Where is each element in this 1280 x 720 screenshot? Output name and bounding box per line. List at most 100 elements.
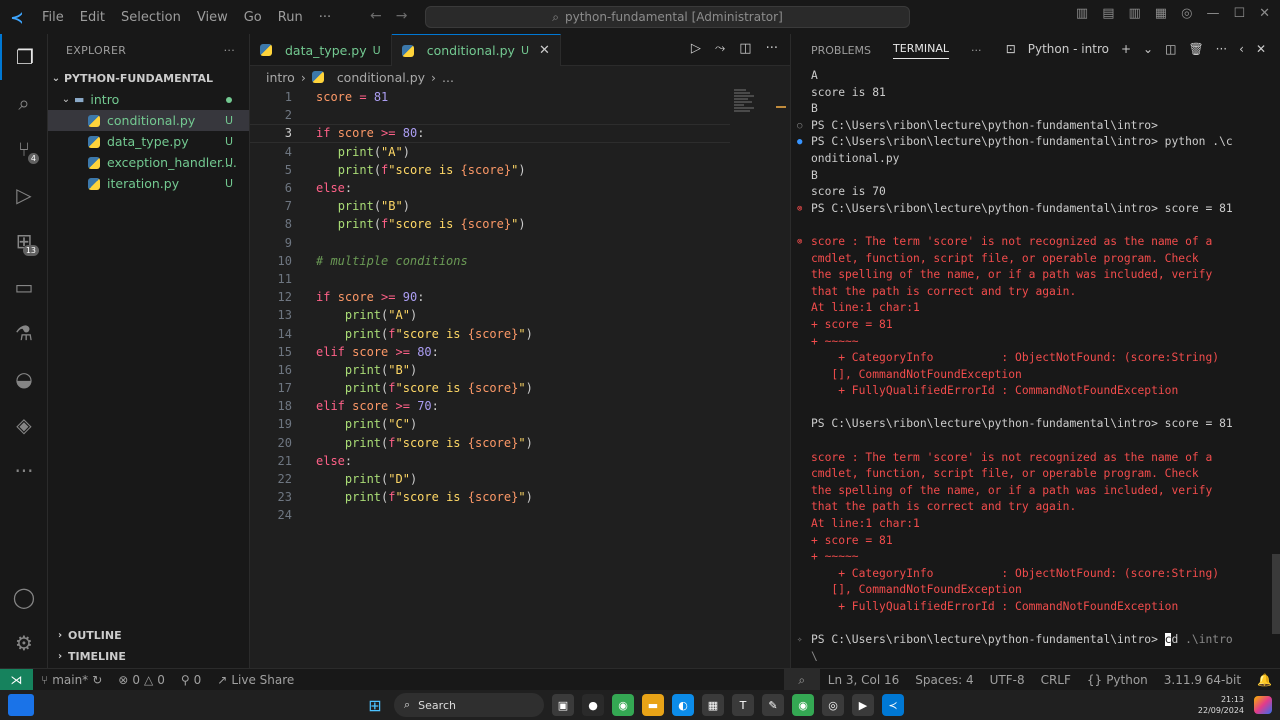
code-editor[interactable]: 1 score = 81 2 3 if score >= 80: 4 print("… bbox=[250, 88, 770, 525]
windows-start-icon[interactable]: ⊞ bbox=[364, 694, 386, 716]
extensions-icon[interactable]: ⊞ 13 bbox=[0, 218, 48, 264]
outline-section[interactable]: › OUTLINE bbox=[48, 625, 250, 646]
run-debug-icon[interactable]: ▷ bbox=[0, 172, 48, 218]
menu-file[interactable]: File bbox=[34, 10, 72, 25]
command-decoration-icon[interactable]: ● bbox=[797, 134, 802, 151]
menu-more[interactable]: ··· bbox=[311, 10, 339, 25]
taskbar-search[interactable]: ⌕ Search bbox=[394, 693, 544, 717]
python-icon[interactable]: ◈ bbox=[0, 402, 48, 448]
error-decoration-icon[interactable]: ⊗ bbox=[797, 234, 802, 251]
github-icon[interactable]: ◎ bbox=[822, 694, 844, 716]
menu-run[interactable]: Run bbox=[270, 10, 311, 25]
ports-indicator[interactable]: ⚲ 0 bbox=[173, 673, 209, 687]
menu-view[interactable]: View bbox=[189, 10, 236, 25]
edge-icon[interactable]: ◐ bbox=[672, 694, 694, 716]
zoom-icon[interactable]: ⌕ bbox=[783, 669, 820, 691]
suggestion-sparkle-icon[interactable]: ✧ bbox=[797, 632, 802, 649]
forward-arrow-icon[interactable]: → bbox=[396, 8, 408, 24]
menu-edit[interactable]: Edit bbox=[72, 10, 113, 25]
explorer-icon[interactable]: ❐ bbox=[0, 34, 48, 80]
split-terminal-icon[interactable]: ◫ bbox=[1165, 42, 1176, 56]
problems-indicator[interactable]: ⊗ 0 △ 0 bbox=[110, 673, 173, 687]
settings-gear-icon[interactable]: ⚙ bbox=[0, 620, 48, 666]
menu-go[interactable]: Go bbox=[236, 10, 270, 25]
maximize-icon[interactable]: ☐ bbox=[1233, 6, 1245, 21]
more-views-icon[interactable]: ··· bbox=[0, 448, 48, 494]
toggle-panel-icon[interactable]: ▤ bbox=[1102, 6, 1114, 21]
kill-terminal-icon[interactable]: 🗑 bbox=[1188, 42, 1203, 56]
terminal-output[interactable]: A score is 81 B ○ PS C:\Users\ribon\lectu… bbox=[791, 68, 1280, 665]
notifications-bell-icon[interactable]: 🔔 bbox=[1249, 673, 1280, 687]
end-of-line[interactable]: CRLF bbox=[1033, 673, 1079, 687]
chrome-profile-icon[interactable]: ◉ bbox=[792, 694, 814, 716]
task-view-icon[interactable]: ▣ bbox=[552, 694, 574, 716]
breadcrumb-symbol[interactable]: ... bbox=[442, 70, 454, 85]
panel-more-icon[interactable]: ··· bbox=[971, 44, 982, 57]
terminal-scrollbar[interactable] bbox=[1272, 554, 1280, 634]
close-window-icon[interactable]: ✕ bbox=[1259, 6, 1270, 21]
toggle-secondary-sidebar-icon[interactable]: ▥ bbox=[1129, 6, 1141, 21]
encoding[interactable]: UTF-8 bbox=[982, 673, 1033, 687]
folder-intro[interactable]: ⌄ ▬ intro bbox=[48, 89, 249, 110]
timeline-section[interactable]: › TIMELINE bbox=[48, 646, 250, 667]
cursor-position[interactable]: Ln 3, Col 16 bbox=[820, 673, 908, 687]
command-decoration-icon[interactable]: ○ bbox=[797, 118, 802, 135]
split-editor-icon[interactable]: ◫ bbox=[739, 41, 751, 56]
store-icon[interactable]: ▦ bbox=[702, 694, 724, 716]
branch-indicator[interactable]: ⑂ main* ↻ bbox=[33, 673, 110, 687]
toggle-sidebar-icon[interactable]: ▥ bbox=[1076, 6, 1088, 21]
copilot-taskbar-icon[interactable] bbox=[1254, 696, 1272, 714]
editor-more-icon[interactable]: ··· bbox=[766, 41, 778, 56]
chat-icon[interactable]: ● bbox=[582, 694, 604, 716]
panel-menu-icon[interactable]: ··· bbox=[1216, 42, 1227, 56]
accounts-icon[interactable]: ◯ bbox=[0, 574, 48, 620]
back-arrow-icon[interactable]: ← bbox=[370, 8, 382, 24]
taskbar-clock[interactable]: 21:13 22/09/2024 bbox=[1198, 694, 1244, 716]
breadcrumb-folder[interactable]: intro bbox=[266, 70, 295, 85]
source-control-icon[interactable]: ⑂ 4 bbox=[0, 126, 48, 172]
vscode-taskbar-icon[interactable]: ≺ bbox=[882, 694, 904, 716]
minimize-icon[interactable]: — bbox=[1206, 6, 1219, 21]
testing-icon[interactable]: ⚗ bbox=[0, 310, 48, 356]
file-exception-handler[interactable]: exception_handler.... U bbox=[48, 152, 249, 173]
paint-icon[interactable]: ✎ bbox=[762, 694, 784, 716]
chevron-down-icon[interactable]: ⌄ bbox=[1143, 42, 1153, 56]
terminal-name[interactable]: Python - intro bbox=[1028, 42, 1109, 56]
tab-data-type[interactable]: data_type.py U bbox=[250, 34, 392, 66]
file-explorer-icon[interactable]: ▬ bbox=[642, 694, 664, 716]
search-view-icon[interactable]: ⌕ bbox=[0, 80, 48, 126]
tab-terminal[interactable]: TERMINAL bbox=[893, 42, 949, 59]
remote-explorer-icon[interactable]: ▭ bbox=[0, 264, 48, 310]
tab-problems[interactable]: PROBLEMS bbox=[811, 44, 871, 57]
file-iteration[interactable]: iteration.py U bbox=[48, 173, 249, 194]
workspace-root[interactable]: ⌄ PYTHON-FUNDAMENTAL bbox=[48, 68, 249, 89]
error-decoration-icon[interactable]: ⊗ bbox=[797, 201, 802, 218]
file-data-type[interactable]: data_type.py U bbox=[48, 131, 249, 152]
tab-conditional[interactable]: conditional.py U ✕ bbox=[391, 34, 561, 66]
minimap[interactable] bbox=[734, 88, 764, 128]
live-share-button[interactable]: ↗ Live Share bbox=[209, 673, 302, 687]
close-tab-icon[interactable]: ✕ bbox=[539, 43, 550, 58]
panel-collapse-icon[interactable]: ‹ bbox=[1239, 42, 1244, 56]
indentation[interactable]: Spaces: 4 bbox=[907, 673, 981, 687]
menu-selection[interactable]: Selection bbox=[113, 10, 189, 25]
file-conditional[interactable]: conditional.py U bbox=[48, 110, 249, 131]
breadcrumb-file[interactable]: conditional.py bbox=[337, 70, 425, 85]
docker-icon[interactable]: ◒ bbox=[0, 356, 48, 402]
close-panel-icon[interactable]: ✕ bbox=[1256, 42, 1266, 56]
customize-layout-icon[interactable]: ▦ bbox=[1155, 6, 1167, 21]
widgets-icon[interactable] bbox=[8, 694, 34, 716]
python-interpreter[interactable]: 3.11.9 64-bit bbox=[1156, 673, 1249, 687]
text-app-icon[interactable]: T bbox=[732, 694, 754, 716]
open-changes-icon[interactable]: ⤳ bbox=[715, 41, 725, 56]
command-center[interactable]: ⌕ python-fundamental [Administrator] bbox=[425, 6, 910, 28]
sync-icon[interactable]: ↻ bbox=[92, 673, 102, 687]
new-terminal-icon[interactable]: + bbox=[1121, 42, 1131, 56]
copilot-icon[interactable]: ◎ bbox=[1181, 6, 1192, 21]
explorer-more-icon[interactable]: ··· bbox=[224, 44, 235, 57]
chrome-icon[interactable]: ◉ bbox=[612, 694, 634, 716]
terminal-app-icon[interactable]: ▶ bbox=[852, 694, 874, 716]
remote-indicator-icon[interactable]: ⋊ bbox=[0, 668, 33, 691]
language-mode[interactable]: {} Python bbox=[1079, 673, 1156, 687]
run-python-file-icon[interactable]: ▷ bbox=[691, 41, 701, 56]
